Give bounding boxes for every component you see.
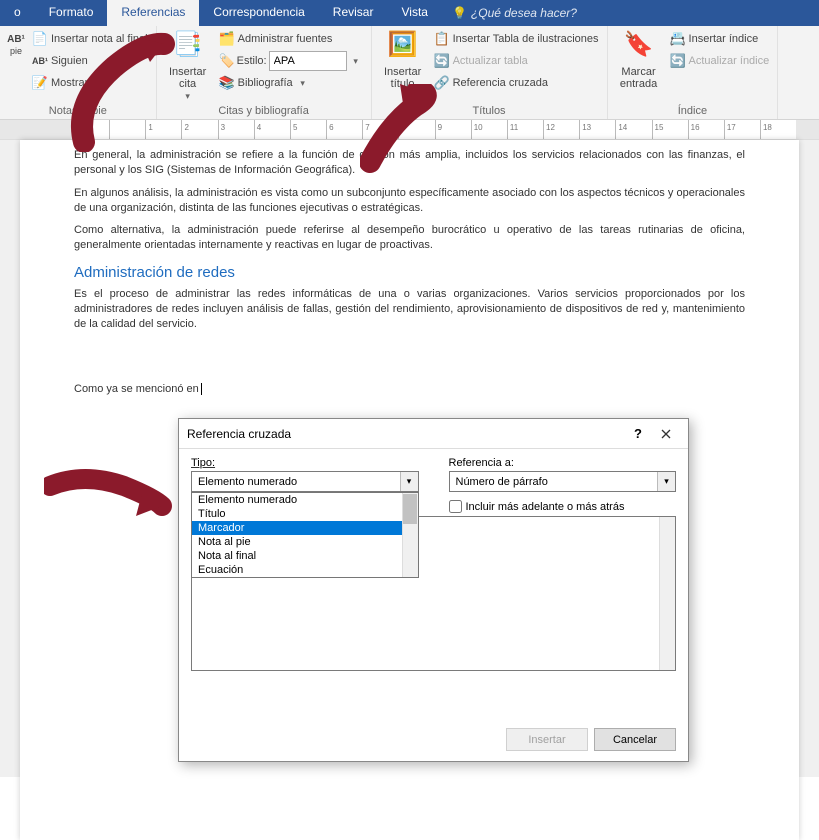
tab-revisar[interactable]: Revisar: [319, 0, 388, 26]
bibliography-icon: 📚: [219, 75, 235, 91]
mark-entry-button[interactable]: 🔖 Marcar entrada: [614, 28, 664, 90]
endnote-icon: 📄: [32, 31, 48, 47]
mark-entry-icon: 🔖: [623, 32, 655, 64]
footnote-ab-icon: AB¹: [7, 34, 25, 45]
tipo-option[interactable]: Título: [192, 507, 418, 521]
table-of-figures-icon: 📋: [434, 31, 450, 47]
insert-index-button[interactable]: 📇 Insertar índice: [668, 28, 772, 50]
cancel-button[interactable]: Cancelar: [594, 728, 676, 751]
paragraph[interactable]: Es el proceso de administrar las redes i…: [74, 287, 745, 332]
dialog-help-button[interactable]: ?: [624, 423, 652, 445]
annotation-arrow: [360, 84, 470, 174]
tab-vista[interactable]: Vista: [387, 0, 441, 26]
listbox-scrollbar[interactable]: [659, 517, 675, 670]
chevron-down-icon: ▾: [296, 78, 310, 89]
annotation-arrow: [54, 32, 194, 152]
include-above-below-checkbox[interactable]: [449, 500, 462, 513]
tab-referencias[interactable]: Referencias: [107, 0, 199, 26]
chevron-down-icon[interactable]: ▾: [657, 472, 675, 491]
update-table-icon: 🔄: [434, 53, 450, 69]
insert-button: Insertar: [506, 728, 588, 751]
group-indice: 🔖 Marcar entrada 📇 Insertar índice 🔄 Act…: [608, 26, 779, 119]
tell-me-field[interactable]: 💡 ¿Qué desea hacer?: [442, 0, 587, 26]
chevron-down-icon[interactable]: ▾: [400, 472, 418, 491]
citation-style-input[interactable]: [269, 51, 347, 71]
tipo-label: Tipo:: [191, 457, 419, 469]
heading[interactable]: Administración de redes: [74, 263, 745, 283]
next-footnote-icon: AB¹: [32, 56, 48, 66]
tipo-dropdown-list: Elemento numeradoTítuloMarcadorNota al p…: [191, 492, 419, 578]
insert-footnote-button[interactable]: AB¹ pie: [6, 28, 26, 94]
insert-index-icon: 📇: [670, 31, 686, 47]
tipo-option[interactable]: Ecuación: [192, 563, 418, 577]
manage-sources-icon: 🗂️: [219, 31, 235, 47]
update-index-icon: 🔄: [670, 53, 686, 69]
update-index-button: 🔄 Actualizar índice: [668, 50, 772, 72]
tipo-option[interactable]: Elemento numerado: [192, 493, 418, 507]
show-notes-icon: 📝: [32, 75, 48, 91]
paragraph[interactable]: Como alternativa, la administración pued…: [74, 223, 745, 253]
referencia-select[interactable]: Número de párrafo ▾: [449, 471, 677, 492]
annotation-arrow: [44, 466, 174, 536]
cross-reference-dialog: Referencia cruzada ? Tipo: Elemento nume…: [178, 418, 689, 762]
bibliography-button[interactable]: 📚 Bibliografía ▾: [217, 72, 365, 94]
tipo-option[interactable]: Marcador: [192, 521, 418, 535]
tipo-option[interactable]: Nota al pie: [192, 535, 418, 549]
tab-prev[interactable]: o: [0, 0, 35, 26]
dropdown-scrollbar[interactable]: [402, 493, 418, 577]
style-icon: 🏷️: [219, 53, 235, 69]
tell-me-placeholder: ¿Qué desea hacer?: [471, 6, 577, 20]
citation-style-dropdown[interactable]: 🏷️ Estilo: ▾: [217, 50, 365, 72]
paragraph-with-cursor[interactable]: Como ya se mencionó en: [74, 382, 745, 397]
dialog-title: Referencia cruzada: [187, 427, 624, 441]
close-icon: [661, 429, 671, 439]
text-cursor: [201, 383, 202, 395]
tab-formato[interactable]: Formato: [35, 0, 108, 26]
chevron-down-icon[interactable]: ▾: [349, 56, 363, 67]
dialog-titlebar[interactable]: Referencia cruzada ?: [179, 419, 688, 449]
checkbox-label: Incluir más adelante o más atrás: [466, 501, 625, 513]
paragraph[interactable]: En algunos análisis, la administración e…: [74, 186, 745, 216]
group-label-indice: Índice: [614, 105, 772, 119]
manage-sources-button[interactable]: 🗂️ Administrar fuentes: [217, 28, 365, 50]
dialog-close-button[interactable]: [652, 423, 680, 445]
lightbulb-icon: 💡: [452, 6, 467, 20]
tab-correspondencia[interactable]: Correspondencia: [199, 0, 318, 26]
ribbon-tabs: o Formato Referencias Correspondencia Re…: [0, 0, 819, 26]
caption-icon: 🖼️: [387, 32, 419, 64]
referencia-label: Referencia a:: [449, 457, 677, 469]
tipo-select[interactable]: Elemento numerado ▾ Elemento numeradoTít…: [191, 471, 419, 492]
tipo-option[interactable]: Nota al final: [192, 549, 418, 563]
update-table-button: 🔄 Actualizar tabla: [432, 50, 601, 72]
insert-table-of-figures-button[interactable]: 📋 Insertar Tabla de ilustraciones: [432, 28, 601, 50]
